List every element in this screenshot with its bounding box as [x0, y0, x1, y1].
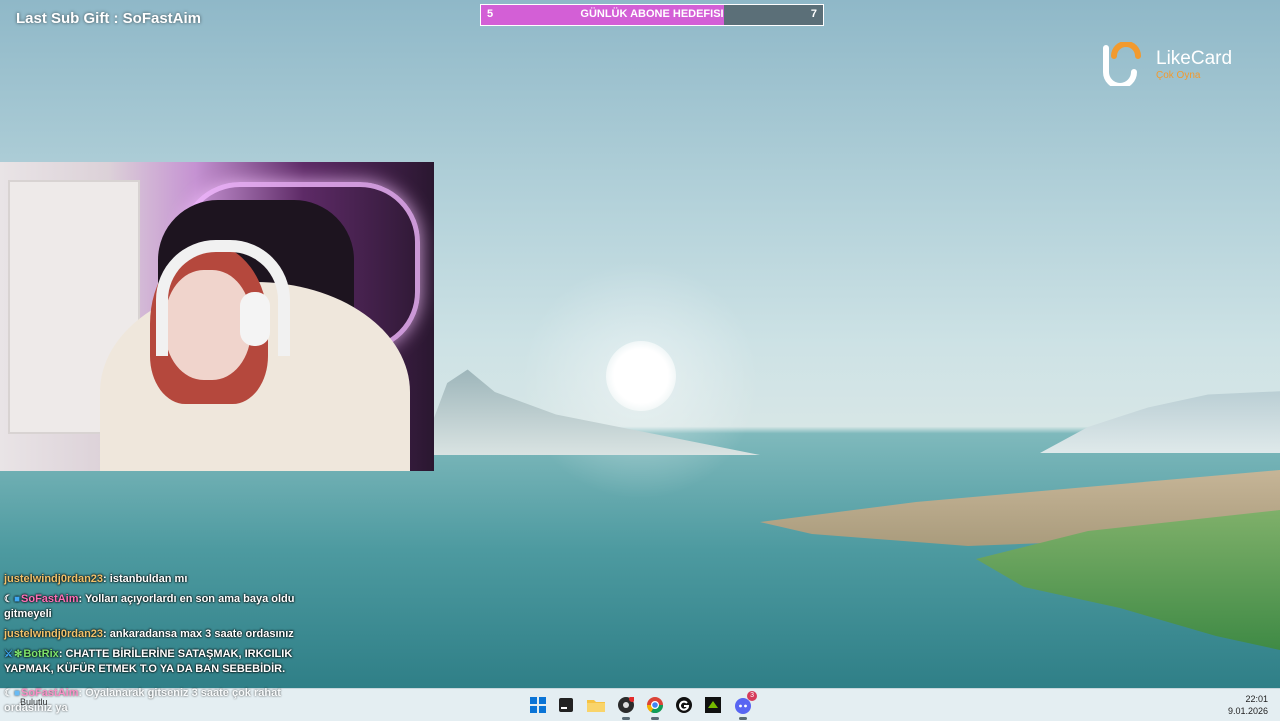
chat-username: justelwindj0rdan23 — [4, 573, 104, 585]
chat-overlay: justelwindj0rdan23: istanbuldan mı ☾■SoF… — [4, 572, 304, 682]
file-explorer-icon[interactable] — [586, 695, 606, 715]
webcam-feed — [0, 162, 434, 471]
logo-tagline: Çok Oyna — [1156, 70, 1201, 81]
chat-username: justelwindj0rdan23 — [4, 628, 104, 640]
chat-text: ankaradansa max 3 saate ordasınız — [109, 628, 294, 640]
likecard-logo-icon — [1103, 42, 1141, 86]
sword-badge-icon: ⚔ — [4, 649, 13, 660]
terminal-icon[interactable] — [556, 695, 576, 715]
clock-date: 9.01.2026 — [1227, 706, 1268, 716]
chrome-icon[interactable] — [645, 695, 665, 720]
moon-badge-icon: ☾ — [4, 594, 13, 605]
chat-message: ☾■SoFastAim: Yolları açıyorlardı en son … — [4, 593, 295, 620]
chat-username: BotRix — [23, 648, 59, 660]
g-hub-icon[interactable] — [674, 695, 694, 715]
system-clock[interactable]: 22:01 9.01.2026 — [1228, 693, 1268, 717]
chat-message-overflow: ☾■SoFastAim: Oyalanarak gitseniz 3 saate… — [4, 687, 281, 714]
chat-username: SoFastAim — [21, 593, 79, 605]
windows-start-icon[interactable] — [528, 695, 548, 715]
subscriber-goal-bar: 5 GÜNLÜK ABONE HEDEFISI 7 — [480, 4, 824, 26]
cube-badge-icon: ■ — [13, 594, 21, 605]
discord-notification-badge: 3 — [747, 691, 757, 701]
chat-message: ⚔✻BotRix: CHATTE BİRİLERİNE SATAŞMAK, IR… — [4, 648, 293, 675]
last-sub-gift-label: Last Sub Gift : SoFastAim — [16, 10, 202, 27]
chat-username: SoFastAim — [21, 687, 79, 699]
discord-icon[interactable]: 3 — [733, 691, 757, 720]
obs-icon[interactable] — [616, 695, 636, 720]
gear-badge-icon: ✻ — [13, 649, 23, 660]
nvidia-icon[interactable] — [703, 695, 723, 715]
cube-badge-icon: ■ — [13, 688, 21, 699]
headset — [156, 240, 290, 356]
goal-title: GÜNLÜK ABONE HEDEFISI — [580, 8, 724, 20]
moon-badge-icon: ☾ — [4, 688, 13, 699]
chat-message: justelwindj0rdan23: istanbuldan mı — [4, 573, 188, 585]
likecard-logo: LikeCard Çok Oyna — [1100, 42, 1260, 90]
chat-text: istanbuldan mı — [109, 573, 188, 585]
sun — [606, 341, 676, 411]
clock-time: 22:01 — [1245, 694, 1268, 704]
logo-brand-name: LikeCard — [1156, 48, 1233, 69]
goal-target-count: 7 — [810, 8, 817, 20]
headset-earcup — [240, 292, 270, 346]
chat-message: justelwindj0rdan23: ankaradansa max 3 sa… — [4, 628, 294, 640]
right-mountains — [1040, 391, 1280, 453]
